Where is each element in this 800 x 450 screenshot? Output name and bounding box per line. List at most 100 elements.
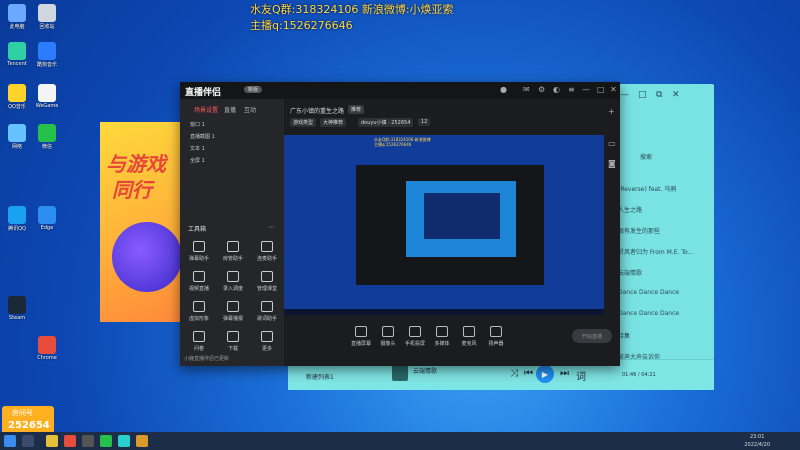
app-icon [38, 84, 56, 102]
now-playing-list[interactable]: 新建列表1 [306, 372, 334, 381]
playlist-row[interactable]: 云端情歌 [618, 268, 642, 277]
skin-icon[interactable]: ◐ [553, 85, 560, 94]
lyrics-icon[interactable]: 词 [576, 368, 586, 383]
playlist-row[interactable]: Dance Dance Dance [618, 289, 679, 296]
start-icon[interactable] [4, 435, 16, 447]
start-live-button[interactable]: 开始直播 [572, 329, 612, 343]
desktop-icon[interactable]: QQ音乐 [2, 84, 32, 110]
desktop-icon[interactable]: Steam [2, 296, 32, 321]
search-button[interactable]: 搜索 [640, 152, 652, 161]
desktop-icon[interactable]: Tencent [2, 42, 32, 67]
streaming-app-icon[interactable] [136, 435, 148, 447]
app-icon[interactable] [82, 435, 94, 447]
search-icon[interactable] [22, 435, 34, 447]
tool-button[interactable]: 问卷 [184, 331, 214, 352]
source-item[interactable]: 全屏 1 [190, 157, 205, 164]
tool-button[interactable]: 下载 [218, 331, 248, 352]
maximize-icon[interactable]: □ [638, 90, 647, 100]
scene-tag[interactable]: 推荐 [348, 105, 365, 114]
room-pill[interactable]: douyu小镇 · 252654 [358, 118, 414, 127]
promo-banner: 与游戏 同行 [100, 122, 182, 322]
tool-label: 管理课堂 [256, 286, 277, 292]
toolbox-title: 工具箱 [188, 226, 207, 233]
streaming-app-window[interactable]: 直播伴侣 新版 ● ✉ ⚙ ◐ ≡ — □ ✕ 场景设置 直播 互动 窗口 1 … [180, 82, 620, 366]
source-item[interactable]: 窗口 1 [190, 121, 205, 128]
tab-scene[interactable]: 场景设置 [194, 105, 218, 114]
wechat-icon[interactable] [100, 435, 112, 447]
control-button[interactable]: 摄像头 [375, 326, 401, 347]
tool-button[interactable]: 更多 [252, 331, 282, 352]
app-icon [38, 4, 56, 22]
camera-icon[interactable]: ◙ [608, 159, 616, 168]
desktop-icon[interactable]: 此电脑 [2, 4, 32, 30]
desktop-icon[interactable]: Edge [32, 206, 62, 231]
tool-button[interactable]: 连麦助手 [252, 241, 282, 262]
next-icon[interactable]: ⏭ [560, 368, 569, 379]
playlist-row[interactable]: 人生之路 [618, 205, 642, 214]
control-button[interactable]: 多媒体 [429, 326, 455, 347]
desktop-icon[interactable]: 网络 [2, 124, 32, 150]
tool-icon [261, 271, 273, 282]
control-button[interactable]: 麦克风 [456, 326, 482, 347]
tool-icon [193, 331, 205, 342]
update-notice[interactable]: 小鹿直播伴侣已更新 [184, 355, 229, 362]
tab-interact[interactable]: 互动 [244, 105, 256, 114]
user-avatar-icon[interactable]: ● [500, 85, 507, 94]
source-item[interactable]: 文本 1 [190, 145, 205, 152]
play-button[interactable]: ▶ [536, 365, 554, 383]
desktop-icon[interactable]: WeGame [32, 84, 62, 109]
mail-icon[interactable]: ✉ [523, 85, 530, 94]
control-button[interactable]: 手机投屏 [402, 326, 428, 347]
control-button[interactable]: 扬声器 [483, 326, 509, 347]
desktop-icon[interactable]: 回收站 [32, 4, 62, 30]
desktop-icon[interactable]: 酷狗音乐 [32, 42, 62, 68]
minimize-icon[interactable]: — [620, 90, 629, 100]
menu-icon[interactable]: ≡ [568, 85, 575, 94]
tool-button[interactable]: 录入调度 [218, 271, 248, 292]
tool-button[interactable]: 视频直播 [184, 271, 214, 292]
room-badge: 房间号 252654 [2, 406, 54, 434]
more-icon[interactable]: ⋯ [268, 223, 275, 231]
tool-button[interactable]: 弹幕助手 [184, 241, 214, 262]
chrome-icon[interactable] [64, 435, 76, 447]
version-badge[interactable]: 新版 [244, 86, 263, 93]
room-number: 252654 [8, 420, 50, 431]
close-icon[interactable]: ✕ [610, 85, 617, 94]
desktop-icon[interactable]: Chrome [32, 336, 62, 361]
tool-button[interactable]: 房管助手 [218, 241, 248, 262]
playlist-row[interactable]: (Reverse) feat. 乌鸦 [618, 184, 676, 193]
desktop-icon-label: QQ音乐 [8, 104, 26, 110]
tab-live[interactable]: 直播 [224, 105, 236, 114]
restore-icon[interactable]: ⧉ [656, 90, 662, 100]
category-pill[interactable]: 游戏类型 [290, 118, 317, 127]
tool-label: 弹幕助手 [188, 256, 209, 262]
playlist-row[interactable]: 很有发生的那些 [618, 226, 660, 235]
maximize-icon[interactable]: □ [597, 85, 605, 94]
settings-icon[interactable]: ⚙ [538, 85, 545, 94]
desktop-icon[interactable]: 微信 [32, 124, 62, 150]
minimize-icon[interactable]: — [582, 85, 590, 94]
desktop-icon[interactable]: 腾讯QQ [2, 206, 32, 232]
previous-icon[interactable]: ⏮ [524, 368, 533, 379]
system-clock[interactable]: 23:01 2022/4/20 [744, 433, 770, 449]
control-icon [409, 326, 421, 337]
add-icon[interactable]: + [608, 107, 615, 116]
control-label: 扬声器 [488, 341, 504, 347]
playlist-row[interactable]: Dance Dance Dance [618, 310, 679, 317]
layout-icon[interactable]: ▭ [608, 139, 616, 148]
source-item[interactable]: 直播截图 1 [190, 133, 215, 140]
tool-icon [261, 241, 273, 252]
tool-button[interactable]: 歌词助手 [252, 301, 282, 322]
tool-button[interactable]: 管理课堂 [252, 271, 282, 292]
recommend-pill[interactable]: 大神推荐 [320, 118, 347, 127]
tool-button[interactable]: 虚拟形象 [184, 301, 214, 322]
explorer-icon[interactable] [46, 435, 58, 447]
shuffle-icon[interactable]: ⤨ [510, 368, 518, 379]
close-icon[interactable]: ✕ [672, 90, 680, 100]
tool-label: 虚拟形象 [188, 316, 209, 322]
music-icon[interactable] [118, 435, 130, 447]
control-button[interactable]: 直播屏幕 [348, 326, 374, 347]
desktop-icon-label: 此电脑 [9, 24, 25, 30]
tool-button[interactable]: 弹幕播报 [218, 301, 248, 322]
playlist-row[interactable]: 听风者归为 From M.E. To... [618, 247, 693, 256]
